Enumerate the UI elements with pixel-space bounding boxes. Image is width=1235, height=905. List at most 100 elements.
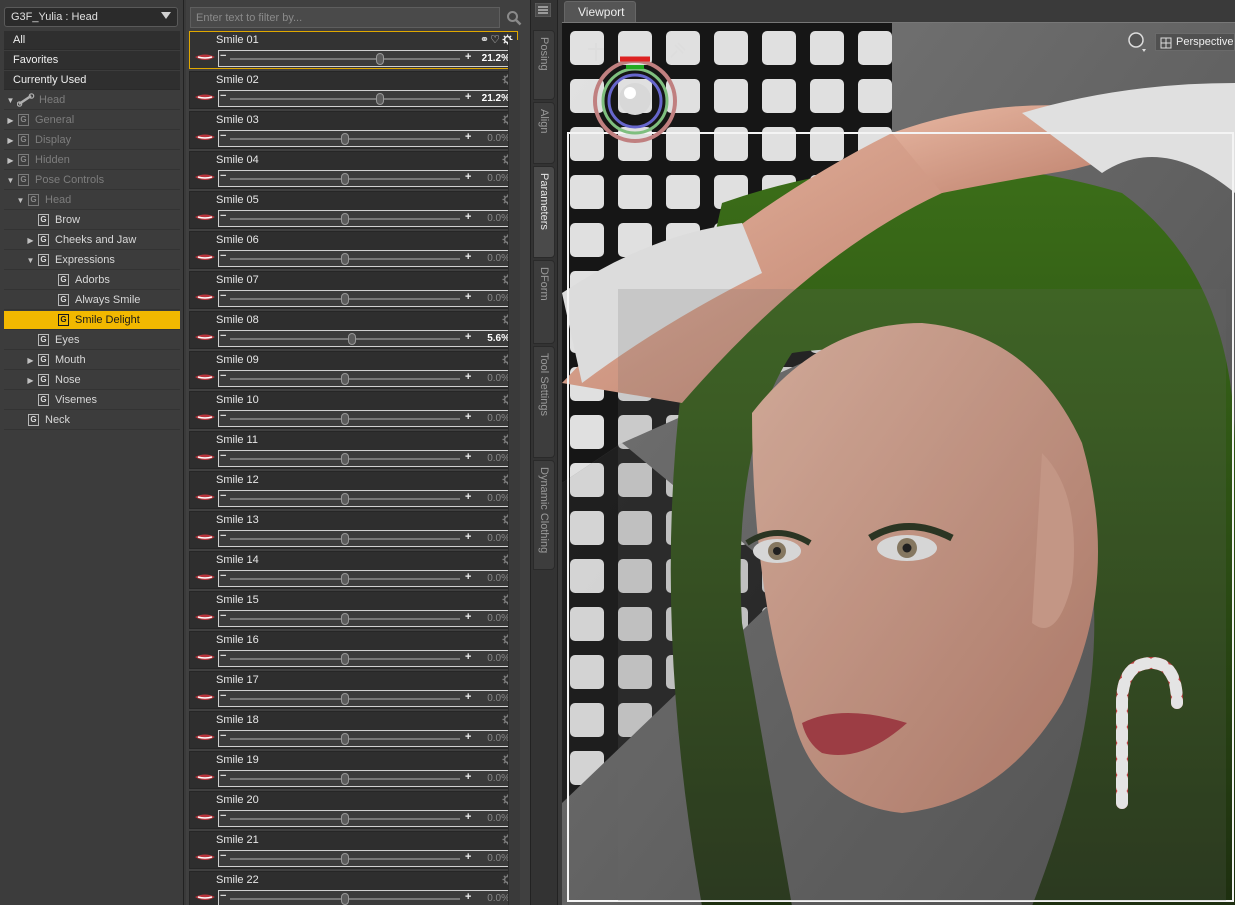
slider-handle[interactable] bbox=[341, 653, 349, 665]
tree-item[interactable]: G Eyes bbox=[4, 331, 180, 350]
parameter-value[interactable]: 0.0% bbox=[487, 253, 510, 264]
increment-button[interactable]: + bbox=[465, 131, 471, 143]
tree-item[interactable]: ▶ G Hidden bbox=[4, 151, 180, 170]
parameter-value[interactable]: 0.0% bbox=[487, 693, 510, 704]
tree-item[interactable]: ▶ G Nose bbox=[4, 371, 180, 390]
chevron-right-icon[interactable]: ▶ bbox=[26, 236, 35, 245]
slider-handle[interactable] bbox=[341, 133, 349, 145]
decrement-button[interactable]: − bbox=[220, 370, 226, 382]
side-tab[interactable]: Dynamic Clothing bbox=[533, 460, 555, 570]
parameter-value[interactable]: 0.0% bbox=[487, 893, 510, 904]
parameter-slider[interactable]: Smile 17 − +0.0% bbox=[189, 671, 518, 709]
slider-handle[interactable] bbox=[341, 293, 349, 305]
slider-handle[interactable] bbox=[341, 453, 349, 465]
camera-select[interactable]: Perspective bbox=[1155, 33, 1235, 51]
parameter-value[interactable]: 0.0% bbox=[487, 373, 510, 384]
increment-button[interactable]: + bbox=[465, 291, 471, 303]
slider-handle[interactable] bbox=[341, 213, 349, 225]
decrement-button[interactable]: − bbox=[220, 530, 226, 542]
tree-item[interactable]: G Smile Delight bbox=[4, 311, 180, 330]
parameter-slider[interactable]: Smile 04 − +0.0% bbox=[189, 151, 518, 189]
increment-button[interactable]: + bbox=[465, 571, 471, 583]
decrement-button[interactable]: − bbox=[220, 690, 226, 702]
decrement-button[interactable]: − bbox=[220, 130, 226, 142]
chevron-right-icon[interactable]: ▶ bbox=[6, 136, 15, 145]
parameter-value[interactable]: 5.6% bbox=[487, 333, 510, 344]
slider-handle[interactable] bbox=[347, 333, 356, 345]
parameter-slider[interactable]: Smile 16 − +0.0% bbox=[189, 631, 518, 669]
decrement-button[interactable]: − bbox=[220, 610, 226, 622]
parameter-slider[interactable]: Smile 03 − +0.0% bbox=[189, 111, 518, 149]
parameter-value[interactable]: 0.0% bbox=[487, 613, 510, 624]
chevron-right-icon[interactable]: ▶ bbox=[6, 116, 15, 125]
slider-handle[interactable] bbox=[341, 173, 349, 185]
parameter-slider[interactable]: Smile 06 − +0.0% bbox=[189, 231, 518, 269]
parameter-slider[interactable]: Smile 21 − +0.0% bbox=[189, 831, 518, 869]
chevron-down-icon[interactable]: ▼ bbox=[26, 256, 35, 265]
camera-orbit-icon[interactable] bbox=[590, 49, 680, 143]
increment-button[interactable]: + bbox=[465, 531, 471, 543]
parameter-value[interactable]: 0.0% bbox=[487, 813, 510, 824]
parameter-slider[interactable]: Smile 02 − +21.2% bbox=[189, 71, 518, 109]
slider-handle[interactable] bbox=[341, 733, 349, 745]
tree-item[interactable]: G Neck bbox=[4, 411, 180, 430]
increment-button[interactable]: + bbox=[465, 771, 471, 783]
parameter-value[interactable]: 0.0% bbox=[487, 773, 510, 784]
parameter-value[interactable]: 0.0% bbox=[487, 213, 510, 224]
search-icon[interactable] bbox=[506, 10, 522, 26]
slider-handle[interactable] bbox=[341, 853, 349, 865]
chevron-down-icon[interactable]: ▼ bbox=[6, 176, 15, 185]
tree-item-root-head[interactable]: ▼ Head bbox=[4, 91, 180, 110]
tree-item[interactable]: ▶ G Display bbox=[4, 131, 180, 150]
side-tab[interactable]: Posing bbox=[533, 30, 555, 100]
slider-handle[interactable] bbox=[341, 693, 349, 705]
tab-viewport[interactable]: Viewport bbox=[564, 1, 636, 22]
increment-button[interactable]: + bbox=[465, 171, 471, 183]
increment-button[interactable]: + bbox=[465, 331, 471, 343]
chevron-down-icon[interactable]: ▼ bbox=[16, 196, 25, 205]
increment-button[interactable]: + bbox=[465, 251, 471, 263]
pin-icon[interactable] bbox=[665, 41, 687, 63]
parameter-slider[interactable]: Smile 14 − +0.0% bbox=[189, 551, 518, 589]
slider-handle[interactable] bbox=[341, 253, 349, 265]
category-currently-used[interactable]: Currently Used bbox=[4, 71, 180, 90]
tree-item[interactable]: ▶ G General bbox=[4, 111, 180, 130]
slider-handle[interactable] bbox=[341, 533, 349, 545]
decrement-button[interactable]: − bbox=[220, 890, 226, 902]
parameter-value[interactable]: 0.0% bbox=[487, 733, 510, 744]
parameter-slider[interactable]: Smile 08 − +5.6% bbox=[189, 311, 518, 349]
decrement-button[interactable]: − bbox=[220, 210, 226, 222]
category-favorites[interactable]: Favorites bbox=[4, 51, 180, 70]
side-tab[interactable]: Tool Settings bbox=[533, 346, 555, 458]
parameter-slider[interactable]: Smile 13 − +0.0% bbox=[189, 511, 518, 549]
increment-button[interactable]: + bbox=[465, 451, 471, 463]
chevron-right-icon[interactable]: ▶ bbox=[6, 156, 15, 165]
parameter-value[interactable]: 21.2% bbox=[482, 93, 510, 104]
increment-button[interactable]: + bbox=[465, 91, 471, 103]
increment-button[interactable]: + bbox=[465, 651, 471, 663]
tree-item[interactable]: ▶ G Mouth bbox=[4, 351, 180, 370]
favorite-link-icons[interactable]: ⚭♡ bbox=[480, 33, 501, 46]
increment-button[interactable]: + bbox=[465, 411, 471, 423]
slider-track[interactable] bbox=[230, 98, 460, 100]
slider-handle[interactable] bbox=[341, 413, 349, 425]
tree-item[interactable]: ▼ G Expressions bbox=[4, 251, 180, 270]
increment-button[interactable]: + bbox=[465, 731, 471, 743]
parameter-value[interactable]: 0.0% bbox=[487, 173, 510, 184]
parameter-slider[interactable]: Smile 12 − +0.0% bbox=[189, 471, 518, 509]
filter-input[interactable]: Enter text to filter by... bbox=[190, 7, 500, 28]
decrement-button[interactable]: − bbox=[220, 250, 226, 262]
slider-handle[interactable] bbox=[341, 813, 349, 825]
decrement-button[interactable]: − bbox=[220, 450, 226, 462]
panel-menu-icon[interactable] bbox=[535, 3, 551, 17]
slider-handle[interactable] bbox=[375, 53, 384, 65]
decrement-button[interactable]: − bbox=[220, 770, 226, 782]
decrement-button[interactable]: − bbox=[220, 850, 226, 862]
slider-handle[interactable] bbox=[341, 613, 349, 625]
increment-button[interactable]: + bbox=[465, 851, 471, 863]
slider-track[interactable] bbox=[230, 338, 460, 340]
increment-button[interactable]: + bbox=[465, 371, 471, 383]
category-all[interactable]: All bbox=[4, 31, 180, 50]
increment-button[interactable]: + bbox=[465, 51, 471, 63]
slider-handle[interactable] bbox=[341, 773, 349, 785]
